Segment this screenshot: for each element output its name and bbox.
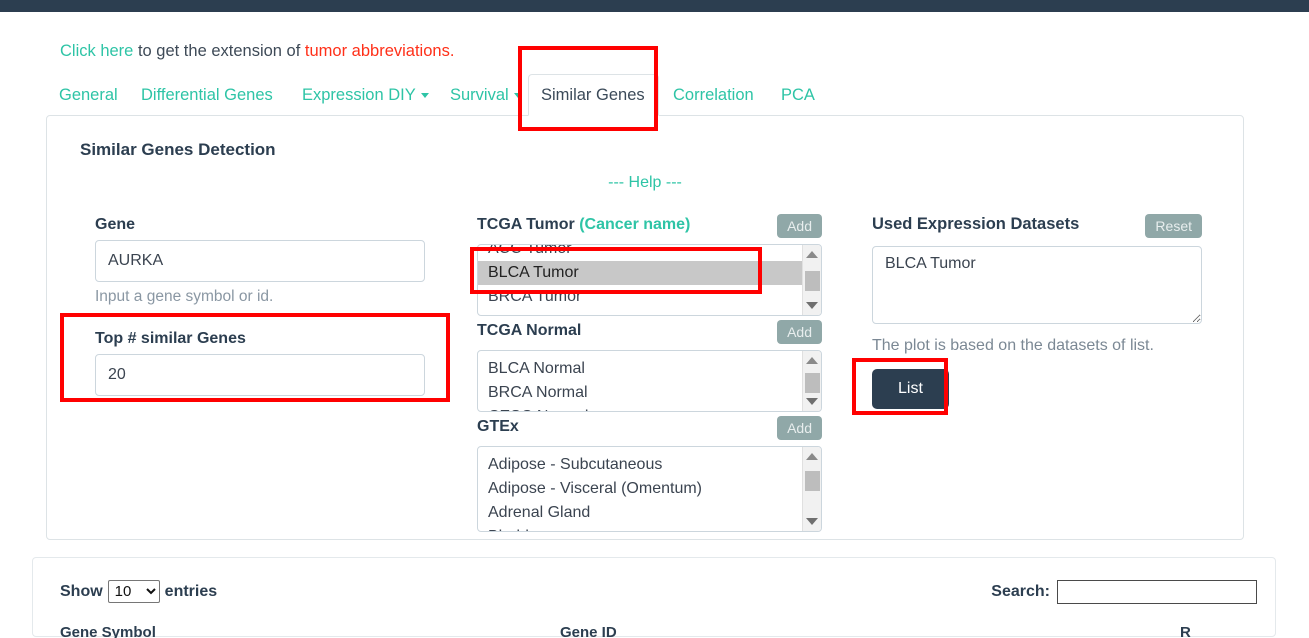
tcga-tumor-scrollbar[interactable]: [802, 245, 821, 315]
gtex-listbox[interactable]: Adipose - Subcutaneous Adipose - Viscera…: [477, 446, 822, 532]
scroll-thumb[interactable]: [805, 471, 820, 491]
tab-label: PCA: [781, 86, 815, 104]
tcga-tumor-header: TCGA Tumor (Cancer name) Add: [477, 214, 822, 240]
chevron-down-icon: [513, 93, 522, 98]
dataset-selectors-column: TCGA Tumor (Cancer name) Add ACC Tumor B…: [477, 214, 822, 532]
similar-genes-card: Similar Genes Detection --- Help --- Gen…: [46, 115, 1244, 540]
tab-label: Survival: [450, 86, 509, 104]
search-label: Search:: [991, 583, 1050, 600]
scroll-thumb[interactable]: [805, 271, 820, 291]
chevron-down-icon: [420, 93, 429, 98]
listbox-option[interactable]: BLCA Normal: [478, 357, 821, 381]
tcga-tumor-subtitle: (Cancer name): [579, 216, 691, 233]
tab-label: Correlation: [673, 86, 754, 104]
table-header-label: Gene ID: [560, 624, 617, 638]
gene-input[interactable]: [95, 240, 425, 282]
tab-expression-diy[interactable]: Expression DIY: [289, 74, 442, 116]
tcga-tumor-label: TCGA Tumor (Cancer name): [477, 216, 690, 234]
entries-select[interactable]: 10 25 50 100: [107, 580, 160, 603]
tab-general[interactable]: General: [46, 74, 131, 116]
gtex-scrollbar[interactable]: [802, 447, 821, 531]
gene-field-group: Gene Input a gene symbol or id.: [95, 216, 425, 306]
help-link[interactable]: --- Help ---: [47, 174, 1243, 192]
table-header-gene-symbol[interactable]: Gene Symbol: [60, 624, 156, 638]
gtex-add-button[interactable]: Add: [777, 416, 822, 440]
tab-bar: General Differential Genes Expression DI…: [46, 74, 1244, 116]
top-nav-bar: [0, 0, 1309, 12]
table-header-r[interactable]: R: [1180, 624, 1191, 638]
click-here-link[interactable]: Click here: [60, 42, 133, 60]
listbox-option[interactable]: CESC Normal: [478, 405, 821, 411]
tumor-abbreviations-link[interactable]: tumor abbreviations: [305, 42, 450, 60]
top-similar-genes-group: Top # similar Genes: [95, 330, 425, 396]
gtex-label: GTEx: [477, 418, 519, 435]
table-header-label: Gene Symbol: [60, 624, 156, 638]
listbox-option[interactable]: Adipose - Visceral (Omentum): [478, 477, 821, 501]
tab-differential-genes[interactable]: Differential Genes: [128, 74, 286, 116]
table-header-row: Gene Symbol Gene ID R: [60, 624, 1257, 638]
results-table-card: Show 10 25 50 100 entries Search: Gene S…: [32, 557, 1276, 638]
abbreviation-note-period: .: [449, 42, 455, 60]
tab-survival[interactable]: Survival: [437, 74, 535, 116]
tab-label: Similar Genes: [541, 85, 645, 104]
tcga-normal-scrollbar[interactable]: [802, 351, 821, 411]
listbox-option[interactable]: BRCA Normal: [478, 381, 821, 405]
top-similar-genes-label: Top # similar Genes: [95, 330, 246, 347]
scroll-thumb[interactable]: [805, 373, 820, 393]
table-header-gene-id[interactable]: Gene ID: [560, 624, 617, 638]
search-input[interactable]: [1057, 580, 1257, 604]
tab-label: Differential Genes: [141, 86, 273, 104]
listbox-option[interactable]: ACC Tumor: [478, 245, 821, 261]
scroll-down-icon[interactable]: [806, 302, 818, 309]
tab-similar-genes[interactable]: Similar Genes: [528, 74, 659, 116]
tcga-tumor-title: TCGA Tumor: [477, 216, 580, 233]
used-datasets-column: Used Expression Datasets Reset BLCA Tumo…: [872, 214, 1202, 409]
used-datasets-label: Used Expression Datasets: [872, 215, 1080, 233]
listbox-option[interactable]: Bladder: [478, 525, 821, 531]
scroll-up-icon[interactable]: [806, 357, 818, 364]
tcga-normal-label: TCGA Normal: [477, 322, 582, 339]
list-button[interactable]: List: [872, 369, 949, 409]
listbox-option[interactable]: Adipose - Subcutaneous: [478, 453, 821, 477]
abbreviation-note: Click here to get the extension of tumor…: [60, 42, 454, 61]
tab-pca[interactable]: PCA: [768, 74, 828, 116]
reset-button[interactable]: Reset: [1145, 214, 1202, 238]
card-title: Similar Genes Detection: [80, 140, 276, 159]
tcga-tumor-add-button[interactable]: Add: [777, 214, 822, 238]
show-entries-control: Show 10 25 50 100 entries: [60, 580, 217, 603]
left-column: Gene Input a gene symbol or id. Top # si…: [95, 216, 425, 396]
tcga-tumor-listbox[interactable]: ACC Tumor BLCA Tumor BRCA Tumor: [477, 244, 822, 316]
gene-label: Gene: [95, 216, 136, 233]
entries-label: entries: [164, 582, 218, 600]
listbox-option[interactable]: BRCA Tumor: [478, 285, 821, 309]
search-control: Search:: [991, 580, 1257, 604]
tcga-normal-listbox[interactable]: BLCA Normal BRCA Normal CESC Normal: [477, 350, 822, 412]
scroll-up-icon[interactable]: [806, 453, 818, 460]
table-header-label: R: [1180, 624, 1191, 638]
listbox-option[interactable]: Adrenal Gland: [478, 501, 821, 525]
abbreviation-note-middle: to get the extension of: [133, 42, 305, 60]
show-label: Show: [60, 582, 103, 600]
tab-label: Expression DIY: [302, 86, 416, 104]
gtex-header: GTEx Add: [477, 416, 822, 442]
scroll-down-icon[interactable]: [806, 398, 818, 405]
used-datasets-header: Used Expression Datasets Reset: [872, 214, 1202, 242]
top-similar-genes-input[interactable]: [95, 354, 425, 396]
scroll-down-icon[interactable]: [806, 518, 818, 525]
listbox-option-selected[interactable]: BLCA Tumor: [478, 261, 821, 285]
tab-label: General: [59, 86, 118, 104]
gene-hint: Input a gene symbol or id.: [95, 288, 274, 305]
scroll-up-icon[interactable]: [806, 251, 818, 258]
tab-correlation[interactable]: Correlation: [660, 74, 767, 116]
used-datasets-textarea[interactable]: BLCA Tumor: [872, 246, 1202, 324]
page-body: Click here to get the extension of tumor…: [0, 12, 1309, 638]
tcga-normal-add-button[interactable]: Add: [777, 320, 822, 344]
tcga-normal-header: TCGA Normal Add: [477, 320, 822, 346]
used-datasets-note: The plot is based on the datasets of lis…: [872, 337, 1154, 354]
